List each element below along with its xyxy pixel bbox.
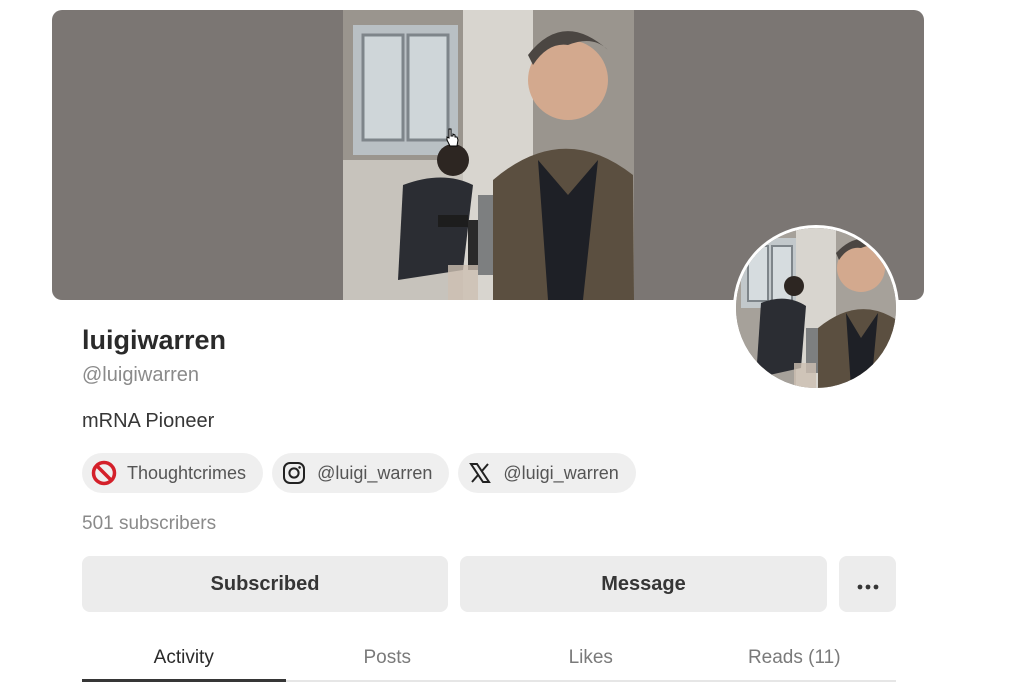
profile-bio: mRNA Pioneer	[82, 410, 215, 432]
profile-name: luigiwarren	[82, 325, 227, 355]
link-chip-label: Thoughtcrimes	[127, 462, 247, 483]
profile-tabs: Activity Posts Likes Reads (11)	[82, 636, 896, 682]
link-chip-thoughtcrimes[interactable]: Thoughtcrimes	[82, 453, 264, 493]
profile-actions: Subscribed Message	[82, 556, 896, 612]
banner-photo	[343, 10, 634, 300]
profile-links: Thoughtcrimes @luigi_warren @luigi_warre…	[82, 453, 636, 493]
no-entry-icon	[91, 460, 117, 486]
subscribed-button[interactable]: Subscribed	[82, 556, 448, 612]
link-chip-label: @luigi_warren	[317, 462, 433, 483]
more-options-button[interactable]	[839, 556, 896, 612]
hand-cursor-icon	[445, 128, 459, 153]
x-logo-icon	[467, 460, 493, 486]
tab-likes[interactable]: Likes	[489, 636, 693, 680]
profile-handle: @luigiwarren	[82, 364, 200, 386]
instagram-icon	[281, 460, 307, 486]
link-chip-label: @luigi_warren	[503, 462, 619, 483]
message-button[interactable]: Message	[460, 556, 827, 612]
subscriber-count[interactable]: 501 subscribers	[82, 513, 216, 535]
tab-reads[interactable]: Reads (11)	[693, 636, 897, 680]
tab-posts[interactable]: Posts	[286, 636, 490, 680]
link-chip-x[interactable]: @luigi_warren	[458, 453, 636, 493]
avatar[interactable]	[733, 225, 899, 391]
more-horizontal-icon	[857, 573, 879, 596]
tab-activity[interactable]: Activity	[82, 636, 286, 682]
link-chip-instagram[interactable]: @luigi_warren	[272, 453, 450, 493]
